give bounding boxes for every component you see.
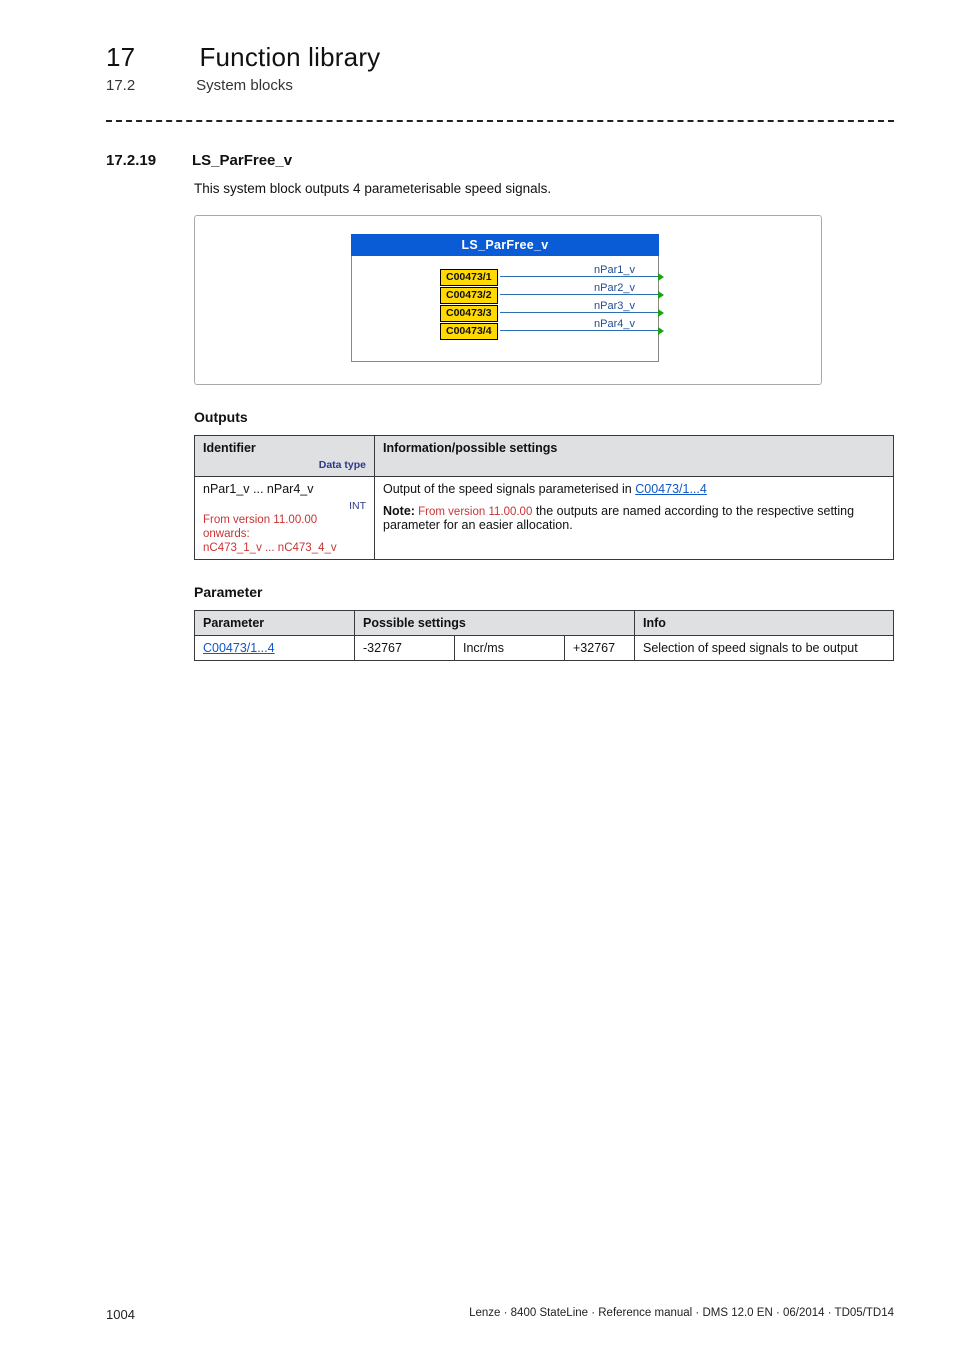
wire-3 [500,312,658,314]
param-link[interactable]: C00473/1...4 [635,482,707,496]
cell-unit: Incr/ms [455,636,565,661]
cell-info: Output of the speed signals parameterise… [375,477,894,560]
arrow-icon [658,327,664,335]
body: This system block outputs 4 parameterisa… [194,179,894,661]
outputs-heading: Outputs [194,409,894,425]
identifier-main: nPar1_v ... nPar4_v [203,482,313,496]
section-heading: 17.2 System blocks [106,77,894,94]
note-version: From version 11.00.00 [415,506,532,518]
wire-4 [500,330,658,332]
parameter-heading: Parameter [194,584,894,600]
param-code-2: C00473/2 [440,287,498,304]
page-number: 1004 [106,1307,135,1322]
parameter-link[interactable]: C00473/1...4 [203,641,275,655]
page-header: 17 Function library 17.2 System blocks [106,42,894,94]
col-identifier-label: Identifier [203,441,256,455]
identifier-type: INT [203,500,366,512]
wire-1 [500,276,658,278]
cell-min: -32767 [355,636,455,661]
col-info: Information/possible settings [375,436,894,477]
arrow-icon [658,309,664,317]
wire-2 [500,294,658,296]
col-identifier: Identifier Data type [195,436,375,477]
cell-parameter: C00473/1...4 [195,636,355,661]
intro-paragraph: This system block outputs 4 parameterisa… [194,179,894,199]
outputs-table: Identifier Data type Information/possibl… [194,435,894,560]
col-datatype-label: Data type [203,459,366,471]
col-info: Info [635,611,894,636]
parameter-table: Parameter Possible settings Info C00473/… [194,610,894,661]
cell-identifier: nPar1_v ... nPar4_v INT From version 11.… [195,477,375,560]
table-row: C00473/1...4 -32767 Incr/ms +32767 Selec… [195,636,894,661]
param-code-3: C00473/3 [440,305,498,322]
output-label-3: nPar3_v [594,300,635,312]
col-settings: Possible settings [355,611,635,636]
table-header-row: Identifier Data type Information/possibl… [195,436,894,477]
page-footer: 1004 Lenze · 8400 StateLine · Reference … [106,1307,894,1322]
section-title: System blocks [196,77,293,94]
cell-max: +32767 [565,636,635,661]
page-root: 17 Function library 17.2 System blocks 1… [0,0,954,1350]
info-text: Output of the speed signals parameterise… [383,482,635,496]
table-header-row: Parameter Possible settings Info [195,611,894,636]
output-label-2: nPar2_v [594,282,635,294]
section-number: 17.2 [106,77,192,94]
arrow-icon [658,273,664,281]
table-row: nPar1_v ... nPar4_v INT From version 11.… [195,477,894,560]
block-title: LS_ParFree_v [351,234,659,256]
param-code-1: C00473/1 [440,269,498,286]
arrow-icon [658,291,664,299]
chapter-number: 17 [106,42,192,73]
param-code-4: C00473/4 [440,323,498,340]
identifier-alt-names: nC473_1_v ... nC473_4_v [203,542,337,554]
note-label: Note: [383,504,415,518]
col-parameter: Parameter [195,611,355,636]
cell-info: Selection of speed signals to be output [635,636,894,661]
subsection-title: LS_ParFree_v [192,152,292,169]
output-label-1: nPar1_v [594,264,635,276]
subsection-heading: 17.2.19 LS_ParFree_v [106,152,894,169]
block-diagram: LS_ParFree_v C00473/1 C00473/2 C00473/3 … [194,215,822,385]
chapter-heading: 17 Function library [106,42,894,73]
output-label-4: nPar4_v [594,318,635,330]
divider [106,120,894,122]
footer-meta: Lenze · 8400 StateLine · Reference manua… [469,1307,894,1322]
chapter-title: Function library [199,42,380,72]
block-diagram-inner: LS_ParFree_v C00473/1 C00473/2 C00473/3 … [351,234,659,362]
subsection-number: 17.2.19 [106,152,166,169]
identifier-version-note: From version 11.00.00 onwards: [203,514,317,540]
